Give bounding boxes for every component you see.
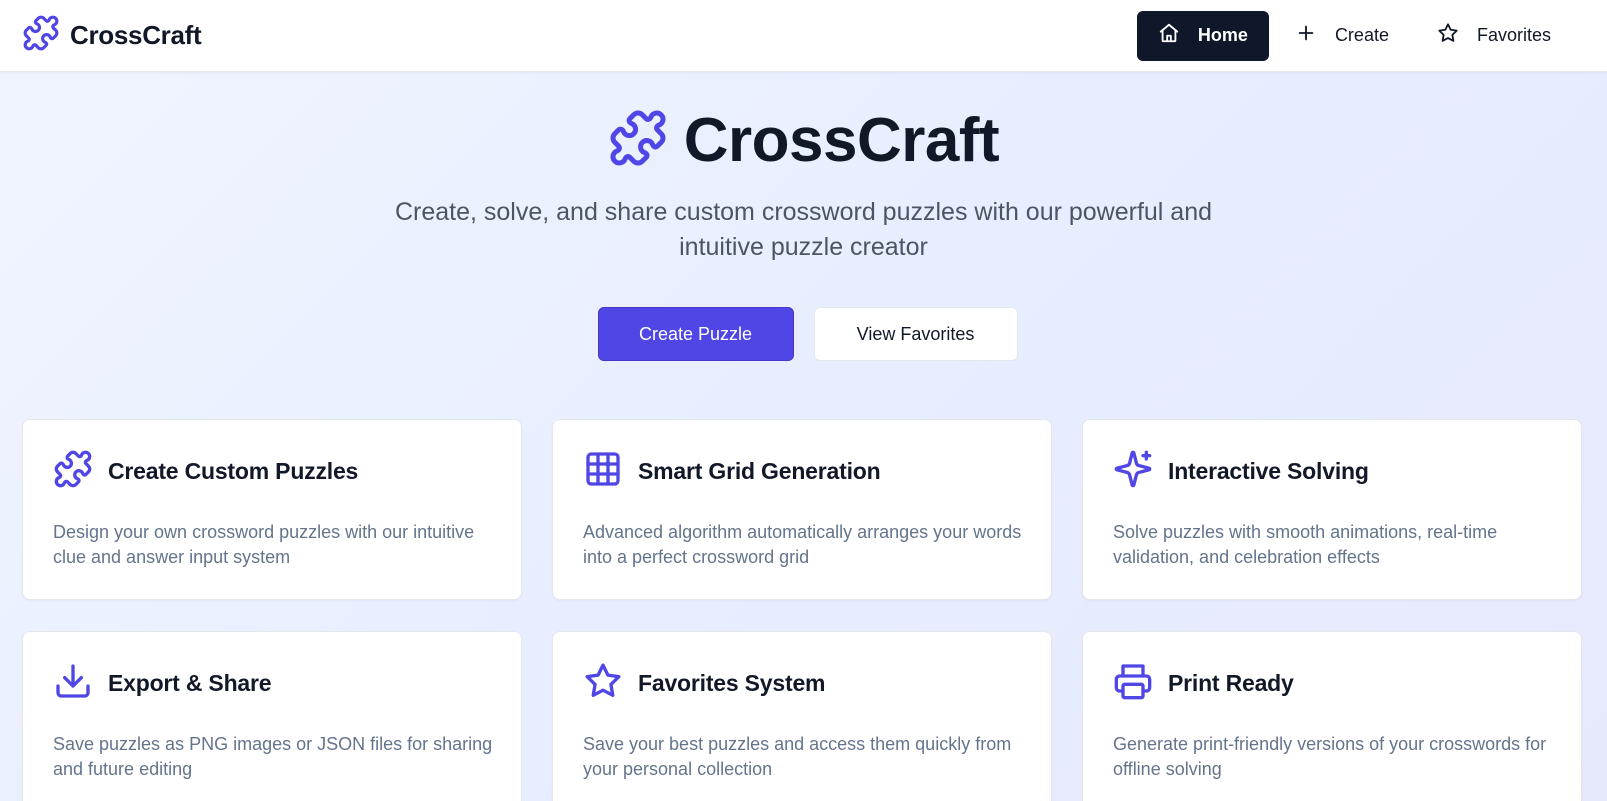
features-grid: Create Custom Puzzles Design your own cr… bbox=[22, 419, 1582, 801]
feature-card: Export & Share Save puzzles as PNG image… bbox=[22, 631, 522, 801]
grid-icon bbox=[583, 449, 623, 494]
feature-title: Create Custom Puzzles bbox=[108, 457, 359, 484]
star-icon bbox=[583, 661, 623, 706]
feature-card: Smart Grid Generation Advanced algorithm… bbox=[552, 419, 1052, 600]
download-icon bbox=[53, 661, 93, 706]
printer-icon bbox=[1113, 661, 1153, 706]
nav-home-label: Home bbox=[1197, 25, 1248, 45]
feature-title: Smart Grid Generation bbox=[638, 457, 881, 484]
create-puzzle-button[interactable]: Create Puzzle bbox=[597, 307, 794, 361]
nav-favorites-label: Favorites bbox=[1476, 25, 1551, 45]
puzzle-icon bbox=[22, 14, 60, 57]
main-nav: Home Create Favorites bbox=[1136, 10, 1573, 61]
feature-description: Save your best puzzles and access them q… bbox=[583, 734, 1012, 779]
brand-name: CrossCraft bbox=[70, 20, 202, 50]
hero-section: CrossCraft Create, solve, and share cust… bbox=[0, 72, 1607, 361]
brand-logo-link[interactable]: CrossCraft bbox=[22, 14, 202, 57]
feature-description: Advanced algorithm automatically arrange… bbox=[583, 522, 1022, 567]
nav-create[interactable]: Create bbox=[1273, 11, 1411, 61]
puzzle-icon bbox=[53, 449, 93, 494]
feature-title: Interactive Solving bbox=[1168, 457, 1369, 484]
nav-create-label: Create bbox=[1334, 25, 1389, 45]
nav-favorites[interactable]: Favorites bbox=[1415, 11, 1573, 61]
feature-description: Save puzzles as PNG images or JSON files… bbox=[53, 734, 493, 779]
feature-description: Design your own crossword puzzles with o… bbox=[53, 522, 475, 567]
feature-description: Generate print-friendly versions of your… bbox=[1113, 734, 1547, 779]
sparkles-icon bbox=[1113, 449, 1153, 494]
star-icon bbox=[1437, 22, 1459, 49]
home-icon bbox=[1158, 22, 1180, 49]
feature-card: Print Ready Generate print-friendly vers… bbox=[1082, 631, 1582, 801]
hero-actions: Create Puzzle View Favorites bbox=[8, 307, 1607, 361]
hero-subtitle: Create, solve, and share custom crosswor… bbox=[394, 198, 1213, 261]
feature-card: Create Custom Puzzles Design your own cr… bbox=[22, 419, 522, 600]
hero-title-row: CrossCraft bbox=[0, 108, 1607, 173]
feature-card: Favorites System Save your best puzzles … bbox=[552, 631, 1052, 801]
view-favorites-button[interactable]: View Favorites bbox=[813, 307, 1018, 361]
feature-title: Print Ready bbox=[1168, 669, 1294, 696]
feature-title: Export & Share bbox=[108, 669, 272, 696]
top-navbar: CrossCraft Home Create Favorites bbox=[0, 0, 1607, 72]
plus-icon bbox=[1295, 22, 1317, 49]
hero-title: CrossCraft bbox=[683, 105, 1000, 175]
feature-card: Interactive Solving Solve puzzles with s… bbox=[1082, 419, 1582, 600]
feature-title: Favorites System bbox=[638, 669, 826, 696]
feature-description: Solve puzzles with smooth animations, re… bbox=[1113, 522, 1498, 567]
puzzle-icon bbox=[608, 108, 668, 173]
nav-home[interactable]: Home bbox=[1136, 10, 1269, 61]
